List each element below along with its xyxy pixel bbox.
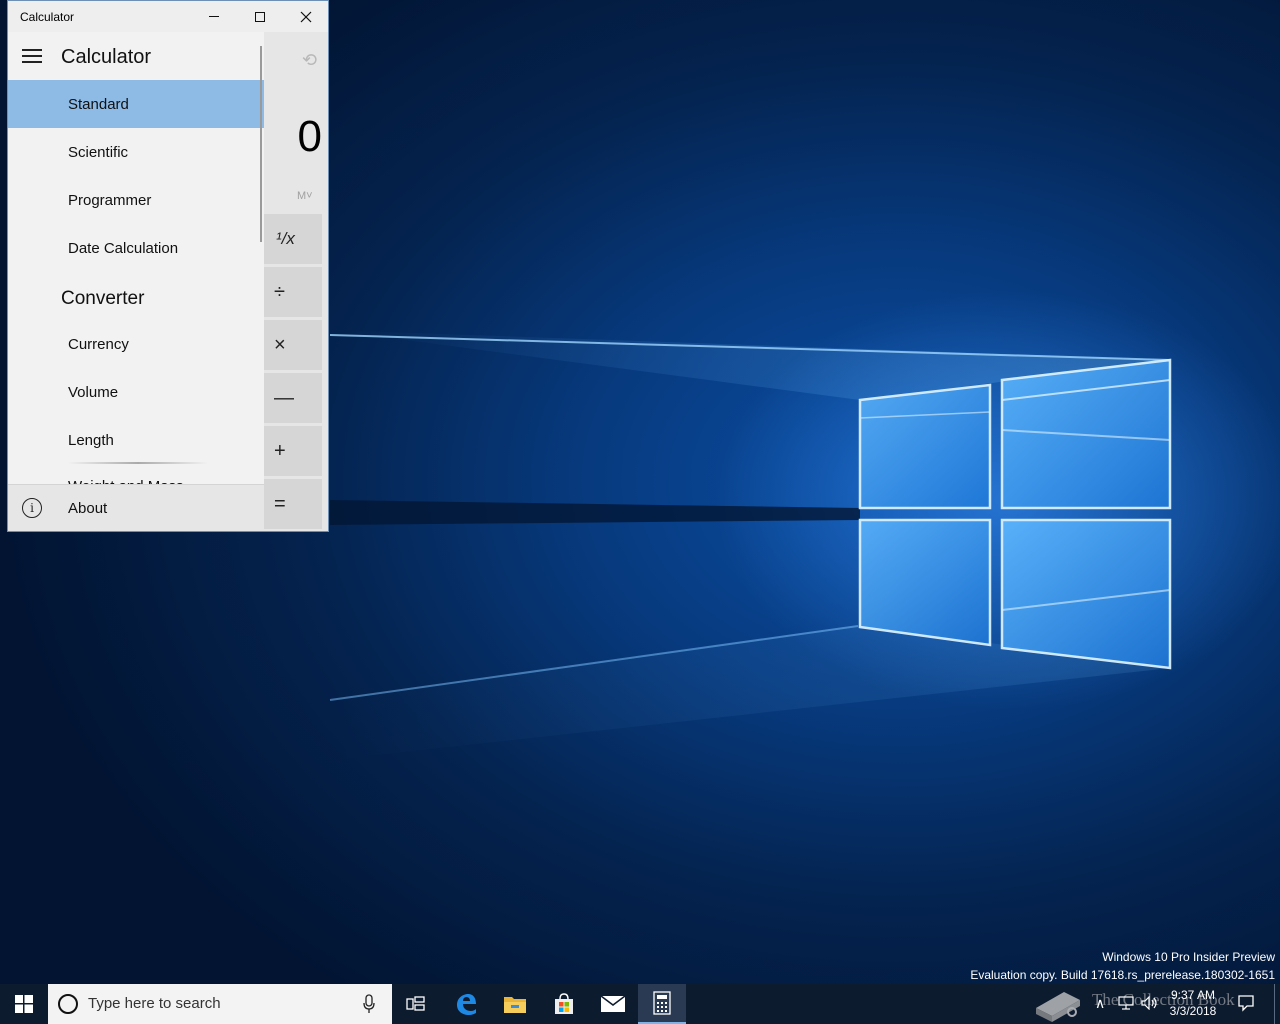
calculator-display: 0: [297, 112, 322, 161]
edge-button[interactable]: [442, 984, 490, 1024]
hamburger-menu-button[interactable]: [8, 32, 56, 80]
calculator-taskbar-button[interactable]: [638, 984, 686, 1024]
close-icon: [300, 11, 312, 22]
history-icon[interactable]: ⟲: [302, 50, 317, 71]
clock-date: 3/3/2018: [1169, 1004, 1217, 1018]
calculator-icon: [653, 991, 671, 1015]
memory-button[interactable]: M˅: [297, 190, 313, 202]
nav-item-label: Volume: [68, 383, 119, 401]
title-bar[interactable]: Calculator: [8, 1, 328, 32]
start-button[interactable]: [0, 984, 48, 1024]
edge-icon: [457, 994, 476, 1015]
maximize-icon: [255, 11, 265, 22]
task-view-button[interactable]: [392, 984, 440, 1024]
converter-section-header: Converter: [61, 288, 145, 309]
nav-item-scientific[interactable]: Scientific: [8, 128, 264, 176]
file-explorer-icon: [504, 997, 526, 1013]
window-title: Calculator: [20, 10, 75, 24]
nav-item-length[interactable]: Length: [8, 416, 264, 464]
minimize-icon: [209, 16, 219, 17]
navigation-pane: Calculator Standard Scientific Programme…: [8, 32, 264, 531]
add-button[interactable]: +: [264, 426, 322, 476]
divide-button[interactable]: ÷: [264, 267, 322, 317]
system-clock[interactable]: 9:37 AM 3/3/2018: [1160, 987, 1226, 1019]
nav-item-label: Date Calculation: [68, 239, 179, 257]
clock-time: 9:37 AM: [1170, 988, 1216, 1002]
nav-item-programmer[interactable]: Programmer: [8, 176, 264, 224]
microphone-icon[interactable]: [362, 994, 376, 1014]
file-explorer-button[interactable]: [491, 984, 539, 1024]
nav-title: Calculator: [61, 46, 152, 68]
hamburger-icon-line: [22, 61, 42, 63]
minimize-button[interactable]: [191, 1, 237, 32]
close-button[interactable]: [283, 1, 329, 32]
windows-start-icon: [15, 995, 33, 1013]
nav-scrollbar[interactable]: [260, 46, 262, 242]
network-icon[interactable]: [1118, 996, 1134, 1010]
multiply-button[interactable]: ×: [264, 320, 322, 370]
nav-item-standard[interactable]: Standard: [8, 80, 264, 128]
store-button[interactable]: [540, 984, 588, 1024]
calculator-body: ⟲ 0 M˅ ¹/x ÷ × — + =: [264, 32, 328, 531]
taskbar: Type here to search The Collection Book …: [0, 984, 1280, 1024]
mail-icon: [600, 995, 626, 1012]
volume-icon[interactable]: [1141, 996, 1159, 1010]
watermark-edition: Windows 10 Pro Insider Preview: [1102, 950, 1275, 964]
book-watermark-icon: [1036, 992, 1080, 1022]
nav-item-label: Scientific: [68, 143, 129, 161]
search-placeholder: Type here to search: [88, 995, 221, 1012]
task-view-icon: [406, 996, 425, 1011]
nav-item-label: Length: [68, 431, 114, 449]
info-icon: i: [22, 498, 42, 518]
reciprocal-button[interactable]: ¹/x: [264, 214, 322, 264]
cortana-icon: [58, 994, 78, 1014]
show-hidden-icons-chevron-icon[interactable]: ∧: [1095, 996, 1105, 1012]
search-box[interactable]: Type here to search: [48, 984, 392, 1024]
nav-item-label: Standard: [68, 95, 129, 113]
mail-button[interactable]: [589, 984, 637, 1024]
store-icon: [555, 993, 573, 1014]
subtract-button[interactable]: —: [264, 373, 322, 423]
nav-item-date-calculation[interactable]: Date Calculation: [8, 224, 264, 272]
hamburger-icon-line: [22, 55, 42, 57]
nav-item-label: Currency: [68, 335, 129, 353]
nav-item-currency[interactable]: Currency: [8, 320, 264, 368]
nav-item-label: Programmer: [68, 191, 152, 209]
show-desktop-button[interactable]: [1274, 984, 1275, 1024]
nav-item-volume[interactable]: Volume: [8, 368, 264, 416]
calculator-window: Calculator ⟲ 0 M˅ ¹/x ÷ × — + = Calculat…: [7, 0, 329, 532]
about-label: About: [68, 500, 108, 517]
about-button[interactable]: i About: [8, 484, 264, 531]
maximize-button[interactable]: [237, 1, 283, 32]
action-center-icon[interactable]: [1237, 994, 1255, 1012]
watermark-build: Evaluation copy. Build 17618.rs_prerelea…: [970, 968, 1275, 982]
hamburger-icon-line: [22, 49, 42, 51]
equals-button[interactable]: =: [264, 479, 322, 529]
scroll-fade-divider: [68, 462, 208, 464]
